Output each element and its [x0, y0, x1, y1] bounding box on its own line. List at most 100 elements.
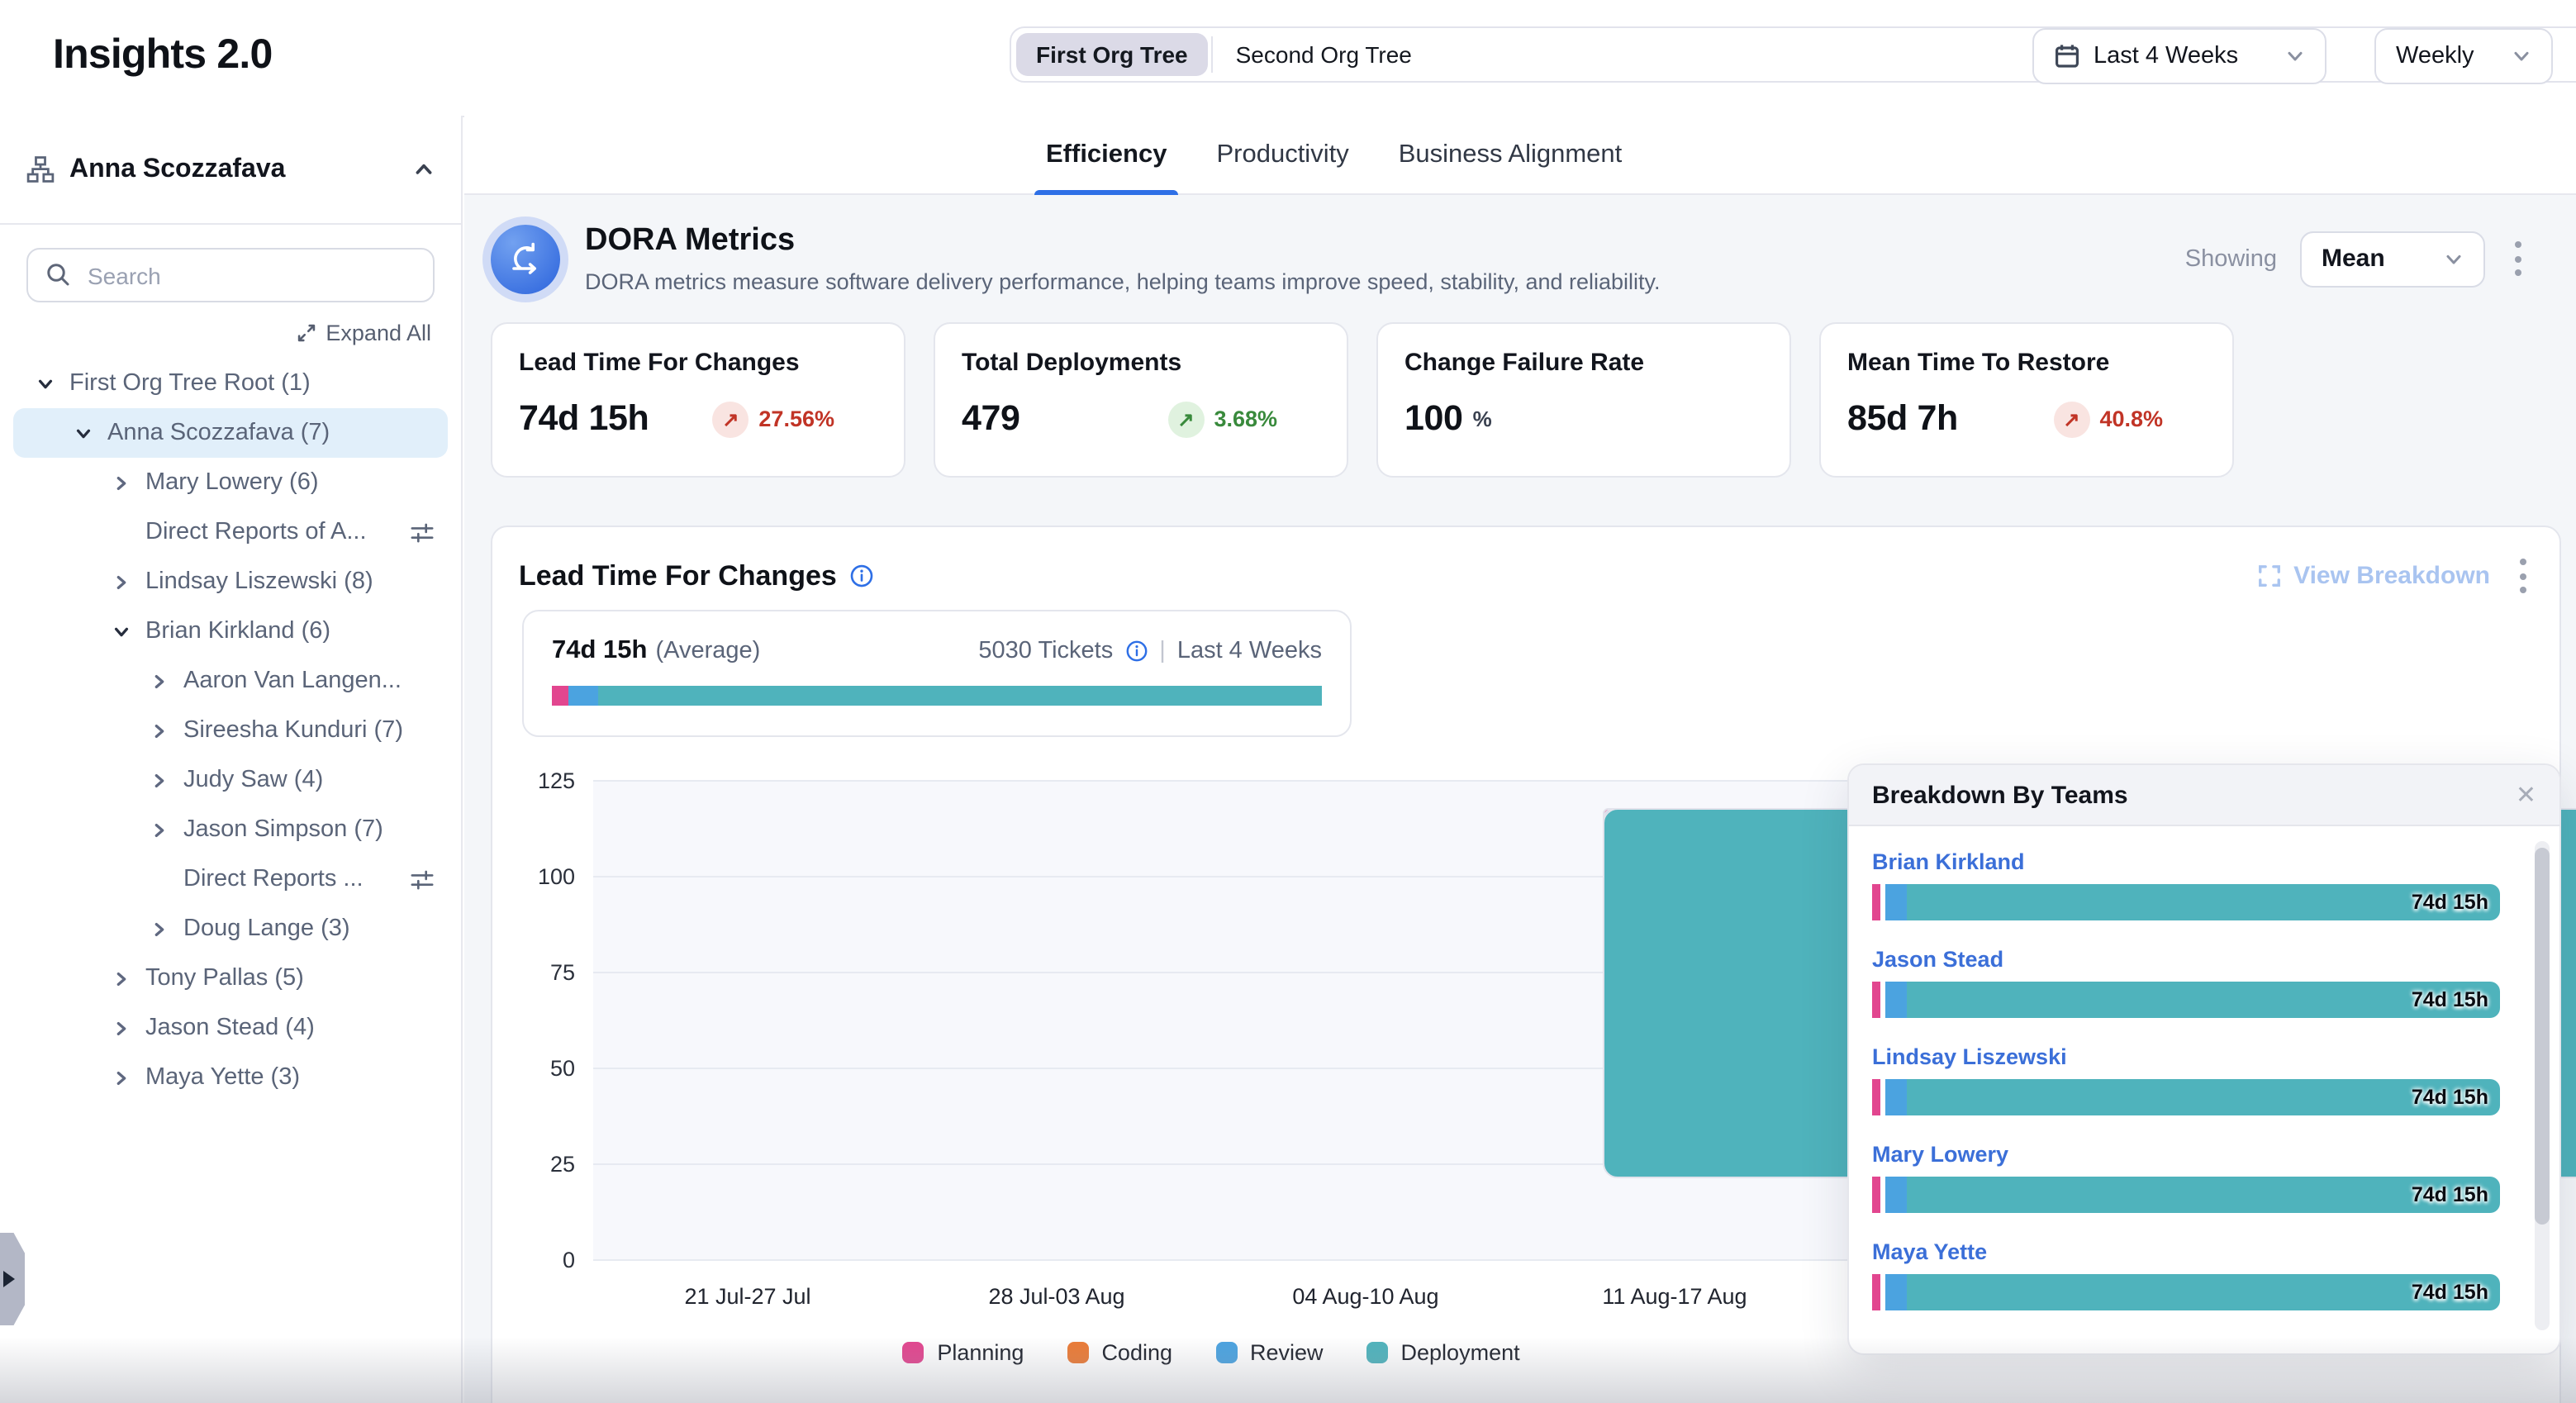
info-icon[interactable] — [850, 564, 875, 588]
chevron-right-icon[interactable] — [150, 920, 170, 938]
tree-item-label: Sireesha Kunduri (7) — [183, 717, 403, 744]
chevron-right-icon[interactable] — [112, 573, 132, 591]
breakdown-team-link[interactable]: Brian Kirkland — [1872, 849, 2500, 874]
search-input[interactable] — [26, 248, 435, 302]
trend-badge: ↗40.8% — [2053, 401, 2163, 437]
tree-item[interactable]: First Org Tree Root (1) — [13, 359, 448, 408]
chevron-right-icon[interactable] — [150, 771, 170, 789]
view-breakdown-button[interactable]: View Breakdown — [2257, 562, 2490, 590]
tree-item-label: Anna Scozzafava (7) — [107, 420, 330, 446]
org-tree-toggle-second[interactable]: Second Org Tree — [1216, 33, 1432, 76]
chevron-right-icon[interactable] — [150, 672, 170, 690]
breakdown-team-link[interactable]: Jason Stead — [1872, 947, 2500, 972]
trend-delta-value: 3.68% — [1214, 407, 1277, 431]
legend-item-planning: Planning — [902, 1340, 1024, 1365]
showing-label: Showing — [2185, 245, 2277, 272]
tree-item[interactable]: Maya Yette (3) — [13, 1053, 448, 1102]
tree-item-label: Direct Reports of A... — [145, 519, 367, 545]
metric-card-title: Total Deployments — [962, 349, 1320, 377]
org-tree-toggle-first[interactable]: First Org Tree — [1016, 33, 1208, 76]
panel-scrollbar-track[interactable] — [2535, 841, 2550, 1330]
tree-item[interactable]: Judy Saw (4) — [13, 755, 448, 805]
tab-productivity[interactable]: Productivity — [1216, 116, 1348, 193]
sidebar-header[interactable]: Anna Scozzafava — [0, 116, 461, 225]
chevron-up-icon[interactable] — [413, 159, 435, 180]
info-icon[interactable] — [1124, 640, 1148, 663]
tree-item[interactable]: Brian Kirkland (6) — [13, 606, 448, 656]
breakdown-segment-review — [1885, 1177, 1908, 1213]
panel-scrollbar-thumb[interactable] — [2535, 848, 2550, 1225]
breakdown-segment-review — [1885, 1079, 1908, 1115]
tree-item[interactable]: Doug Lange (3) — [13, 904, 448, 954]
org-tree-toggle: First Org Tree Second Org Tree — [1010, 26, 2576, 83]
x-tick-label: 04 Aug-10 Aug — [1211, 1284, 1520, 1309]
tree-item[interactable]: Direct Reports ... — [13, 854, 448, 904]
tree-item[interactable]: Lindsay Liszewski (8) — [13, 557, 448, 606]
trend-arrow-icon: ↗ — [712, 401, 749, 437]
chevron-right-icon[interactable] — [112, 473, 132, 492]
chevron-down-icon[interactable] — [36, 374, 56, 392]
metric-card-title: Mean Time To Restore — [1847, 349, 2206, 377]
org-tree-sidebar: Anna Scozzafava Expand All First Org Tre… — [0, 116, 463, 1403]
dora-metrics-header: DORA Metrics DORA metrics measure softwa… — [464, 195, 2576, 294]
metric-card-value: 74d 15h — [519, 398, 649, 440]
breakdown-stacked-bar: 74d 15h — [1872, 982, 2500, 1018]
summary-bar-segment-review — [568, 686, 598, 706]
search-icon — [45, 261, 71, 296]
breakdown-row-value: 74d 15h — [2412, 891, 2488, 914]
chevron-right-icon[interactable] — [150, 721, 170, 740]
breakdown-segment-planning — [1872, 884, 1880, 920]
kebab-menu-icon[interactable] — [2513, 552, 2533, 600]
legend-label: Review — [1250, 1340, 1324, 1365]
chevron-right-icon[interactable] — [112, 969, 132, 987]
breakdown-team-link[interactable]: Maya Yette — [1872, 1239, 2500, 1264]
filter-sliders-icon[interactable] — [410, 867, 435, 892]
chevron-down-icon[interactable] — [74, 424, 94, 442]
tree-item[interactable]: Aaron Van Langen... — [13, 656, 448, 706]
chevron-right-icon[interactable] — [112, 1068, 132, 1087]
legend-label: Planning — [937, 1340, 1024, 1365]
kebab-menu-icon[interactable] — [2508, 235, 2528, 283]
tab-efficiency[interactable]: Efficiency — [1046, 116, 1167, 193]
breakdown-team-link[interactable]: Mary Lowery — [1872, 1142, 2500, 1167]
search-box — [26, 248, 435, 302]
tree-item[interactable]: Jason Stead (4) — [13, 1003, 448, 1053]
breakdown-row-value: 74d 15h — [2412, 1281, 2488, 1304]
breakdown-row-value: 74d 15h — [2412, 1086, 2488, 1109]
tree-item[interactable]: Tony Pallas (5) — [13, 954, 448, 1003]
chevron-right-icon[interactable] — [150, 820, 170, 839]
legend-swatch — [902, 1342, 924, 1363]
view-breakdown-label: View Breakdown — [2293, 562, 2490, 590]
top-header: Insights 2.0 First Org Tree Second Org T… — [0, 0, 2576, 117]
granularity-select[interactable]: Weekly — [2374, 28, 2553, 84]
dora-description: DORA metrics measure software delivery p… — [585, 269, 1661, 294]
summary-bar-segment-deployment — [598, 686, 1322, 706]
y-tick-label: 125 — [506, 768, 575, 793]
tree-item[interactable]: Sireesha Kunduri (7) — [13, 706, 448, 755]
close-icon[interactable]: ✕ — [2516, 782, 2536, 807]
bar-cell — [902, 782, 1211, 1261]
tab-business-alignment[interactable]: Business Alignment — [1399, 116, 1623, 193]
tree-item[interactable]: Direct Reports of A... — [13, 507, 448, 557]
tree-item[interactable]: Anna Scozzafava (7) — [13, 408, 448, 458]
chevron-right-icon[interactable] — [112, 1019, 132, 1037]
chevron-down-icon[interactable] — [112, 622, 132, 640]
summary-meta: 5030 Tickets | Last 4 Weeks — [978, 638, 1322, 664]
tab-bar: Efficiency Productivity Business Alignme… — [464, 116, 2576, 195]
lead-time-header: Lead Time For Changes View Breakdown — [492, 527, 2559, 600]
dora-title: DORA Metrics — [585, 223, 1661, 259]
date-range-select[interactable]: Last 4 Weeks — [2032, 28, 2326, 84]
chart-x-axis: 21 Jul-27 Jul28 Jul-03 Aug04 Aug-10 Aug1… — [593, 1284, 1829, 1309]
breakdown-stacked-bar: 74d 15h — [1872, 1274, 2500, 1310]
breakdown-row: Brian Kirkland 74d 15h — [1872, 849, 2500, 920]
expand-all-button[interactable]: Expand All — [0, 321, 431, 345]
filter-sliders-icon[interactable] — [410, 520, 435, 545]
sidebar-collapse-handle[interactable] — [0, 1233, 25, 1325]
summary-row: 74d 15h (Average) 5030 Tickets | Last 4 … — [552, 636, 1322, 666]
aggregation-select[interactable]: Mean — [2300, 231, 2485, 287]
metric-card: Total Deployments479↗3.68% — [934, 322, 1348, 478]
tree-item[interactable]: Mary Lowery (6) — [13, 458, 448, 507]
tree-item[interactable]: Jason Simpson (7) — [13, 805, 448, 854]
breakdown-team-link[interactable]: Lindsay Liszewski — [1872, 1044, 2500, 1069]
trend-arrow-icon: ↗ — [1167, 401, 1204, 437]
